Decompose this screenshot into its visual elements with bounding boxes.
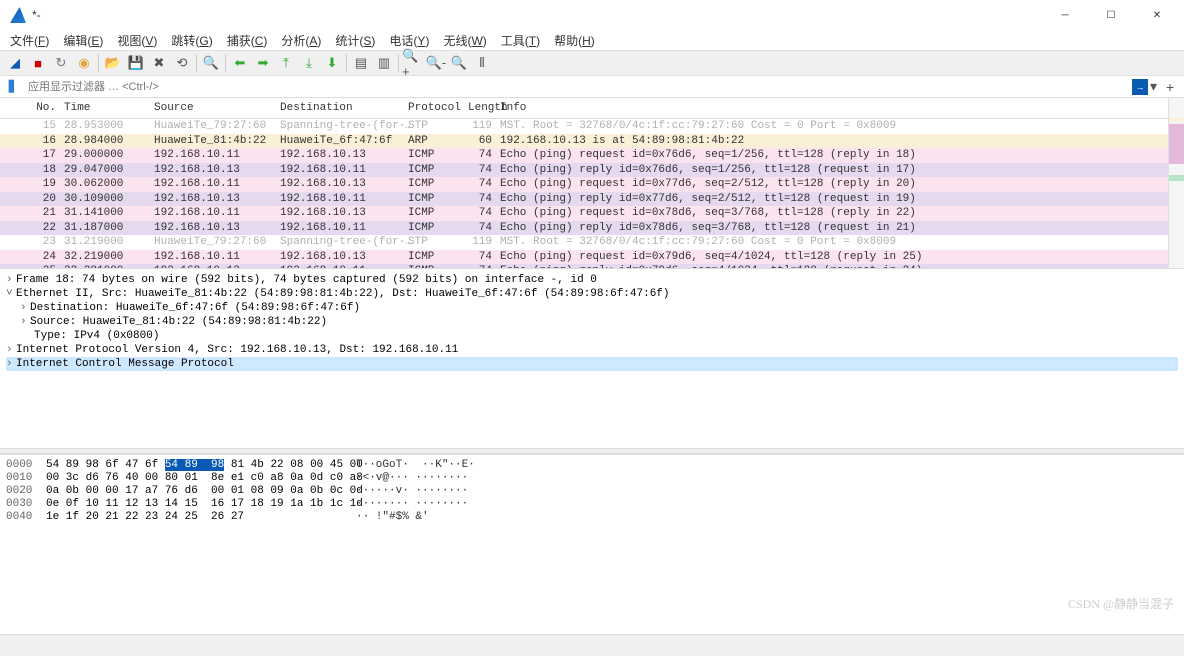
display-filter-input[interactable] [26, 79, 1132, 95]
restart-capture-icon[interactable]: ↻ [50, 52, 72, 74]
hex-row[interactable]: 00200a 0b 00 00 17 a7 76 d6 00 01 08 09 … [6, 485, 1178, 498]
go-forward-icon[interactable]: ➡ [252, 52, 274, 74]
close-file-icon[interactable]: ✖ [148, 52, 170, 74]
close-button[interactable]: ✕ [1134, 0, 1180, 30]
packet-row[interactable]: 2432.219000192.168.10.11192.168.10.13ICM… [0, 250, 1184, 265]
filter-bar: ▋ → ▾ + [0, 76, 1184, 98]
apply-filter-button[interactable]: → [1132, 79, 1148, 95]
packet-list-pane[interactable]: No. Time Source Destination Protocol Len… [0, 98, 1184, 268]
hex-row[interactable]: 001000 3c d6 76 40 00 80 01 8e e1 c0 a8 … [6, 472, 1178, 485]
save-file-icon[interactable]: 💾 [125, 52, 147, 74]
col-header-length[interactable]: Length [464, 100, 496, 116]
col-header-source[interactable]: Source [150, 100, 276, 116]
tree-frame[interactable]: ›Frame 18: 74 bytes on wire (592 bits), … [6, 273, 1178, 287]
watermark: CSDN @静静当混子 [1068, 595, 1174, 612]
separator [225, 54, 226, 72]
zoom-out-icon[interactable]: 🔍- [425, 52, 447, 74]
colorize-icon[interactable]: ▤ [350, 52, 372, 74]
window-title: *- [32, 8, 41, 22]
separator [346, 54, 347, 72]
plus-button[interactable]: + [1166, 79, 1180, 95]
menu-item[interactable]: 帮助(H) [548, 30, 601, 51]
packet-row[interactable]: 1528.953000HuaweiTe_79:27:60Spanning-tre… [0, 119, 1184, 134]
minimize-button[interactable]: ─ [1042, 0, 1088, 30]
tree-ip[interactable]: ›Internet Protocol Version 4, Src: 192.1… [6, 343, 1178, 357]
tree-eth-type[interactable]: Type: IPv4 (0x0800) [6, 329, 1178, 343]
go-to-icon[interactable]: ⤒ [275, 52, 297, 74]
menu-bar: 文件(F)编辑(E)视图(V)跳转(G)捕获(C)分析(A)统计(S)电话(Y)… [0, 30, 1184, 50]
add-filter-button[interactable]: ▾ [1150, 78, 1164, 95]
packet-row[interactable]: 1628.984000HuaweiTe_81:4b:22HuaweiTe_6f:… [0, 134, 1184, 149]
toolbar: ◢ ■ ↻ ◉ 📂 💾 ✖ ⟲ 🔍 ⬅ ➡ ⤒ ⤓ ⬇ ▤ ▥ 🔍+ 🔍- 🔍 … [0, 50, 1184, 76]
col-header-protocol[interactable]: Protocol [404, 100, 464, 116]
auto-scroll-icon[interactable]: ⬇ [321, 52, 343, 74]
packet-row[interactable]: 2231.187000192.168.10.13192.168.10.11ICM… [0, 221, 1184, 236]
zoom-in-icon[interactable]: 🔍+ [402, 52, 424, 74]
packet-row[interactable]: 2030.109000192.168.10.13192.168.10.11ICM… [0, 192, 1184, 207]
menu-item[interactable]: 视图(V) [111, 30, 163, 51]
tree-ethernet[interactable]: ˅Ethernet II, Src: HuaweiTe_81:4b:22 (54… [6, 287, 1178, 301]
packet-row[interactable]: 1930.062000192.168.10.11192.168.10.13ICM… [0, 177, 1184, 192]
hex-row[interactable]: 000054 89 98 6f 47 6f 54 89 98 81 4b 22 … [6, 459, 1178, 472]
find-icon[interactable]: 🔍 [200, 52, 222, 74]
menu-item[interactable]: 编辑(E) [57, 30, 109, 51]
separator [398, 54, 399, 72]
resize-cols-icon[interactable]: ▥ [373, 52, 395, 74]
menu-item[interactable]: 分析(A) [275, 30, 327, 51]
packet-row[interactable]: 1829.047000192.168.10.13192.168.10.11ICM… [0, 163, 1184, 178]
bookmark-icon[interactable]: ▋ [4, 78, 22, 96]
col-header-no[interactable]: No. [0, 100, 60, 116]
packet-row[interactable]: 2131.141000192.168.10.11192.168.10.13ICM… [0, 206, 1184, 221]
separator [196, 54, 197, 72]
title-bar: *- ─ ☐ ✕ [0, 0, 1184, 30]
separator [98, 54, 99, 72]
packet-list-header[interactable]: No. Time Source Destination Protocol Len… [0, 98, 1184, 119]
menu-item[interactable]: 工具(T) [495, 30, 546, 51]
col-header-destination[interactable]: Destination [276, 100, 404, 116]
reload-icon[interactable]: ⟲ [171, 52, 193, 74]
hex-dump-pane[interactable]: 000054 89 98 6f 47 6f 54 89 98 81 4b 22 … [0, 454, 1184, 634]
col-header-time[interactable]: Time [60, 100, 150, 116]
tree-eth-src[interactable]: ›Source: HuaweiTe_81:4b:22 (54:89:98:81:… [6, 315, 1178, 329]
packet-row[interactable]: 2331.219000HuaweiTe_79:27:60Spanning-tre… [0, 235, 1184, 250]
col-header-info[interactable]: Info [496, 100, 1184, 116]
go-back-icon[interactable]: ⬅ [229, 52, 251, 74]
status-bar [0, 634, 1184, 656]
zoom-reset-icon[interactable]: 🔍 [448, 52, 470, 74]
resize-icon[interactable]: ⫴ [471, 52, 493, 74]
menu-item[interactable]: 文件(F) [4, 30, 55, 51]
tree-eth-dst[interactable]: ›Destination: HuaweiTe_6f:47:6f (54:89:9… [6, 301, 1178, 315]
app-icon [10, 7, 26, 23]
start-capture-icon[interactable]: ◢ [4, 52, 26, 74]
packet-row[interactable]: 1729.000000192.168.10.11192.168.10.13ICM… [0, 148, 1184, 163]
go-end-icon[interactable]: ⤓ [298, 52, 320, 74]
menu-item[interactable]: 统计(S) [329, 30, 381, 51]
packet-details-pane[interactable]: ›Frame 18: 74 bytes on wire (592 bits), … [0, 268, 1184, 448]
open-file-icon[interactable]: 📂 [102, 52, 124, 74]
menu-item[interactable]: 无线(W) [437, 30, 492, 51]
packet-row[interactable]: 2532.281000192.168.10.13192.168.10.11ICM… [0, 264, 1184, 268]
hex-row[interactable]: 00300e 0f 10 11 12 13 14 15 16 17 18 19 … [6, 498, 1178, 511]
options-icon[interactable]: ◉ [73, 52, 95, 74]
tree-icmp[interactable]: ›Internet Control Message Protocol [6, 357, 1178, 371]
menu-item[interactable]: 跳转(G) [165, 30, 218, 51]
packet-minimap[interactable] [1168, 98, 1184, 268]
stop-capture-icon[interactable]: ■ [27, 52, 49, 74]
menu-item[interactable]: 捕获(C) [221, 30, 274, 51]
hex-row[interactable]: 00401e 1f 20 21 22 23 24 25 26 27·· !"#$… [6, 511, 1178, 524]
maximize-button[interactable]: ☐ [1088, 0, 1134, 30]
